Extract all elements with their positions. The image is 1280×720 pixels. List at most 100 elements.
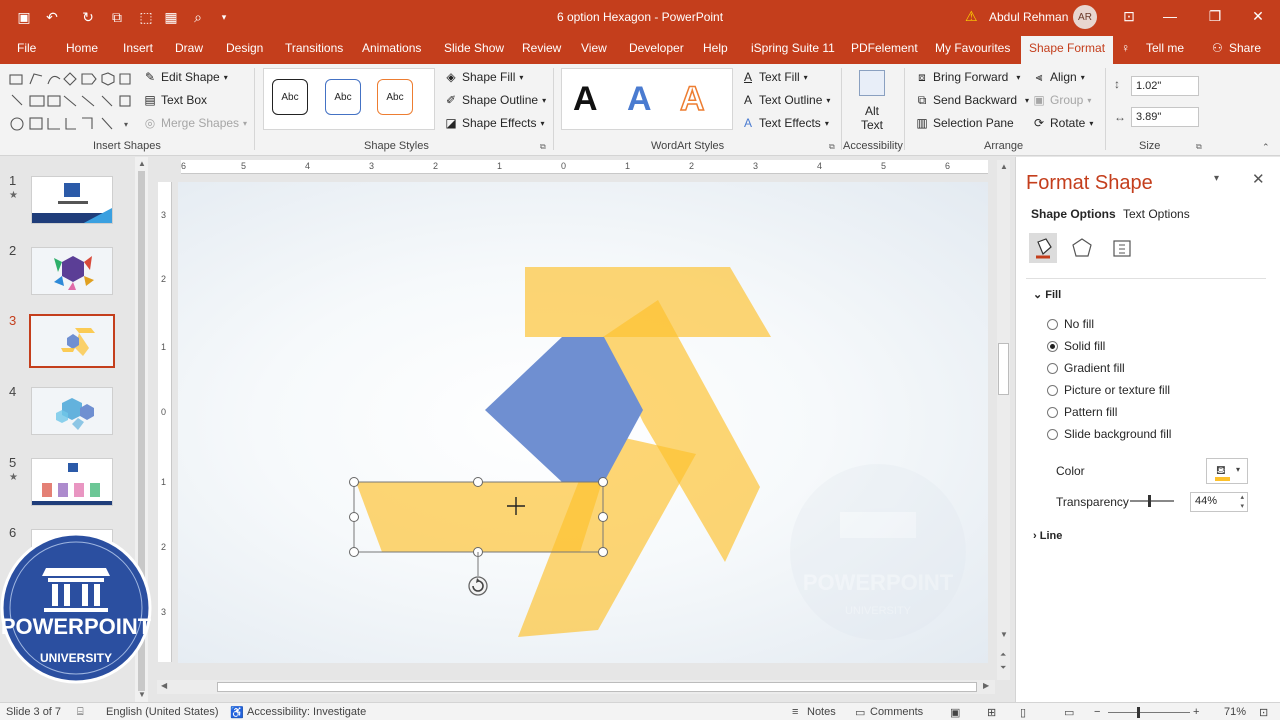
radio-button[interactable]: [1047, 362, 1058, 374]
radio-button[interactable]: [1047, 384, 1058, 396]
text-effects-button[interactable]: A Text Effects ▾: [741, 116, 829, 130]
tab-insert[interactable]: Insert: [123, 41, 153, 55]
shape-outline-button[interactable]: ✐ Shape Outline ▾: [444, 93, 546, 107]
scroll-up-icon[interactable]: ▲: [1000, 162, 1008, 171]
radio-button-selected[interactable]: [1047, 340, 1058, 352]
tab-ispring[interactable]: iSpring Suite 11: [751, 41, 835, 55]
shape-style-black[interactable]: Abc: [272, 79, 308, 115]
pane-options-icon[interactable]: ▾: [1214, 173, 1219, 184]
radio-button[interactable]: [1047, 428, 1058, 440]
next-slide-icon[interactable]: ⏷: [1000, 663, 1006, 673]
tab-design[interactable]: Design: [226, 41, 263, 55]
shape-style-blue[interactable]: Abc: [325, 79, 361, 115]
close-icon[interactable]: ✕: [1248, 6, 1268, 26]
slide-sorter-icon[interactable]: ⊞: [987, 706, 996, 719]
fit-to-window-icon[interactable]: ⊡: [1259, 706, 1268, 719]
wordart-orange-outline[interactable]: A: [679, 79, 705, 119]
maximize-icon[interactable]: ❐: [1205, 6, 1225, 26]
language-indicator[interactable]: English (United States): [106, 706, 219, 718]
slide-thumbnail-1[interactable]: [31, 176, 113, 224]
shape-height-input[interactable]: 1.02": [1131, 76, 1199, 96]
slideshow-view-icon[interactable]: ▭: [1064, 706, 1074, 719]
resize-handle[interactable]: [473, 477, 483, 487]
scroll-thumb[interactable]: [998, 343, 1009, 395]
spelling-icon[interactable]: ⌸: [77, 706, 84, 719]
warning-icon[interactable]: ⚠: [965, 8, 978, 25]
shape-effects-button[interactable]: ◪ Shape Effects ▾: [444, 116, 544, 130]
tab-pdfelement[interactable]: PDFelement: [851, 41, 918, 55]
fill-option-slide-background[interactable]: Slide background fill: [1047, 427, 1171, 441]
close-pane-icon[interactable]: ✕: [1252, 170, 1265, 188]
tab-shape-format[interactable]: Shape Format: [1021, 36, 1114, 64]
resize-handle[interactable]: [349, 512, 359, 522]
alt-text-button[interactable]: Alt Text: [853, 70, 891, 136]
fill-option-solid-fill[interactable]: Solid fill: [1047, 339, 1105, 353]
tab-review[interactable]: Review: [522, 41, 561, 55]
text-outline-button[interactable]: A Text Outline ▾: [741, 93, 830, 107]
slide-thumbnail-4[interactable]: [31, 387, 113, 435]
shape-width-input[interactable]: 3.89": [1131, 107, 1199, 127]
transparency-input[interactable]: 44% ▴ ▾: [1190, 492, 1248, 512]
line-section-header[interactable]: › Line: [1033, 530, 1062, 542]
tab-help[interactable]: Help: [703, 41, 728, 55]
tab-animations[interactable]: Animations: [362, 41, 421, 55]
avatar[interactable]: AR: [1073, 5, 1097, 29]
slide-canvas[interactable]: POWERPOINT UNIVERSITY: [178, 182, 988, 663]
reading-view-icon[interactable]: ▯: [1020, 706, 1026, 719]
scroll-left-icon[interactable]: ◀: [161, 681, 167, 690]
tab-text-options[interactable]: Text Options: [1123, 207, 1190, 221]
notes-button[interactable]: Notes: [807, 706, 836, 718]
group-button[interactable]: ▣ Group ▾: [1032, 93, 1091, 107]
ribbon-display-icon[interactable]: ⊡: [1119, 6, 1139, 26]
shapes-gallery[interactable]: ▾: [8, 70, 134, 132]
normal-view-icon[interactable]: ▣: [950, 706, 960, 719]
user-name[interactable]: Abdul Rehman: [989, 10, 1068, 24]
align-button[interactable]: ⫷ Align ▾: [1032, 70, 1085, 84]
tab-transitions[interactable]: Transitions: [285, 41, 343, 55]
slider-thumb[interactable]: [1148, 495, 1151, 507]
accessibility-icon[interactable]: ♿: [230, 706, 244, 719]
scroll-thumb[interactable]: [217, 682, 977, 692]
minimize-icon[interactable]: —: [1160, 6, 1180, 26]
previous-slide-icon[interactable]: ⏶: [1000, 650, 1006, 660]
selected-yellow-parallelogram[interactable]: [356, 482, 602, 552]
wordart-blue[interactable]: A: [627, 80, 652, 119]
horizontal-ruler[interactable]: 6 5 4 3 2 1 0 1 2 3 4 5 6: [181, 160, 988, 174]
vertical-ruler[interactable]: 3 2 1 0 1 2 3: [158, 182, 172, 662]
share-icon[interactable]: ⚇: [1212, 41, 1223, 55]
tab-view[interactable]: View: [581, 41, 607, 55]
scroll-up-icon[interactable]: ▲: [138, 159, 146, 168]
canvas-vertical-scrollbar[interactable]: ▲ ▼ ⏶ ⏷: [997, 160, 1010, 680]
color-picker-button[interactable]: ⛾ ▾: [1206, 458, 1248, 484]
slider-thumb[interactable]: [1137, 707, 1140, 718]
rotation-handle-icon[interactable]: [468, 576, 488, 596]
tab-slide-show[interactable]: Slide Show: [444, 41, 504, 55]
scroll-down-icon[interactable]: ▼: [1000, 630, 1008, 639]
resize-handle[interactable]: [349, 477, 359, 487]
shape-style-orange[interactable]: Abc: [377, 79, 413, 115]
zoom-slider[interactable]: [1108, 707, 1190, 718]
tab-draw[interactable]: Draw: [175, 41, 203, 55]
slide-thumbnail-2[interactable]: [31, 247, 113, 295]
tab-developer[interactable]: Developer: [629, 41, 684, 55]
resize-handle[interactable]: [598, 547, 608, 557]
text-box-button[interactable]: ▤ Text Box: [143, 93, 207, 107]
radio-button[interactable]: [1047, 406, 1058, 418]
fill-line-tab[interactable]: [1029, 233, 1057, 263]
zoom-in-icon[interactable]: +: [1193, 706, 1199, 718]
accessibility-status[interactable]: Accessibility: Investigate: [247, 706, 366, 718]
selection-pane-button[interactable]: ▥ Selection Pane: [915, 116, 1013, 130]
fill-option-no-fill[interactable]: No fill: [1047, 317, 1094, 331]
tab-home[interactable]: Home: [66, 41, 98, 55]
zoom-out-icon[interactable]: −: [1094, 706, 1100, 718]
shapes-gallery-icons[interactable]: ▾: [8, 70, 134, 132]
fill-option-gradient-fill[interactable]: Gradient fill: [1047, 361, 1125, 375]
tab-my-favourites[interactable]: My Favourites: [935, 41, 1010, 55]
transparency-slider[interactable]: [1130, 495, 1174, 507]
share-button[interactable]: Share: [1229, 41, 1261, 55]
text-fill-button[interactable]: A Text Fill ▾: [741, 70, 808, 84]
fill-option-picture-fill[interactable]: Picture or texture fill: [1047, 383, 1170, 397]
tab-file[interactable]: File: [17, 41, 36, 55]
fill-option-pattern-fill[interactable]: Pattern fill: [1047, 405, 1117, 419]
resize-handle[interactable]: [598, 477, 608, 487]
